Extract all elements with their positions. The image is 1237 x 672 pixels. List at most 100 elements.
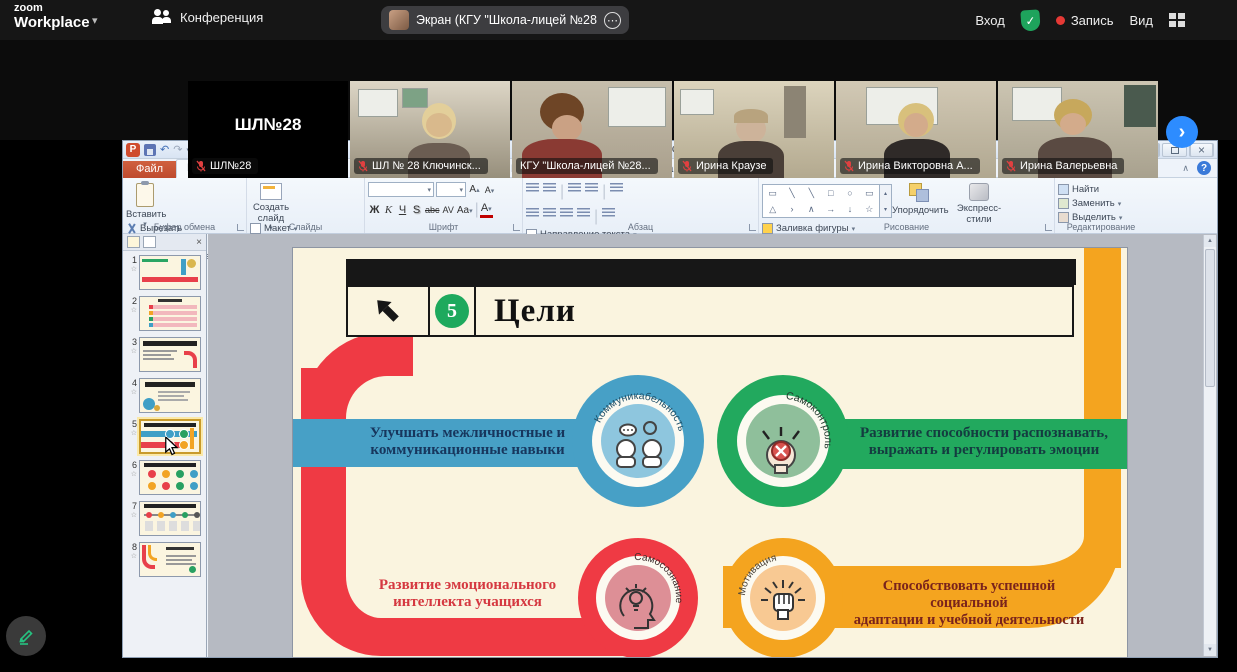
- align-right-button[interactable]: [560, 208, 573, 218]
- selfawareness-circle: Самосознание: [576, 536, 700, 657]
- font-dialog-launcher[interactable]: [513, 224, 520, 231]
- replace-button[interactable]: Заменить▾: [1058, 197, 1122, 210]
- slide-canvas[interactable]: Способствовать успешной социальной адапт…: [293, 248, 1127, 657]
- shape-cell[interactable]: ▭: [763, 185, 782, 201]
- shape-cell[interactable]: ╲: [802, 185, 821, 201]
- paste-button[interactable]: Вставить ▾: [126, 181, 164, 220]
- scroll-up-icon[interactable]: ▲: [1204, 235, 1216, 247]
- video-tile-viktorovna[interactable]: Ирина Викторовна А...: [836, 81, 996, 178]
- slide-row-3[interactable]: 3☆: [124, 337, 206, 372]
- slide-row-7[interactable]: 7☆: [124, 501, 206, 536]
- conference-button[interactable]: Конференция: [152, 9, 263, 25]
- clipboard-dialog-launcher[interactable]: [237, 224, 244, 231]
- font-color-button[interactable]: А▾: [480, 203, 493, 218]
- shape-cell[interactable]: □: [821, 185, 840, 201]
- font-size-combo[interactable]: ▾: [436, 182, 466, 197]
- slide-thumbnail[interactable]: [139, 542, 201, 577]
- slide-thumbnail[interactable]: [139, 378, 201, 413]
- justify-button[interactable]: [577, 208, 590, 218]
- underline-button[interactable]: Ч: [396, 204, 409, 216]
- shrink-font-button[interactable]: А▾: [483, 185, 496, 195]
- slide-thumbnail[interactable]: [139, 501, 201, 536]
- ribbon: Вставить ▾ Вырезать Копировать▾ Формат п…: [123, 178, 1217, 234]
- shape-cell[interactable]: ○: [840, 185, 859, 201]
- help-icon[interactable]: ?: [1197, 161, 1211, 175]
- video-tile-krauze[interactable]: Ирина Краузе: [674, 81, 834, 178]
- numbering-button[interactable]: [543, 183, 556, 193]
- bullets-button[interactable]: [526, 183, 539, 193]
- annotate-button[interactable]: [6, 616, 46, 656]
- character-spacing-button[interactable]: AV: [442, 205, 455, 215]
- video-tile-shl28[interactable]: ШЛ№28 ШЛ№28: [188, 81, 348, 178]
- more-options-icon[interactable]: ⋯: [604, 12, 621, 29]
- group-editing: Найти Заменить▾ Выделить▾ Редактирование: [1055, 178, 1147, 233]
- shape-cell[interactable]: ↓: [840, 201, 859, 217]
- new-slide-button[interactable]: Создать слайд ▾: [250, 181, 292, 220]
- video-tile-klyuchinsk[interactable]: ШЛ № 28 Ключинск...: [350, 81, 510, 178]
- slide-thumbnail[interactable]: [139, 296, 201, 331]
- find-button[interactable]: Найти: [1058, 183, 1122, 196]
- paragraph-dialog-launcher[interactable]: [749, 224, 756, 231]
- align-center-button[interactable]: [543, 208, 556, 218]
- security-shield-icon[interactable]: ✓: [1020, 9, 1040, 31]
- font-name-combo[interactable]: ▾: [368, 182, 434, 197]
- slide-row-8[interactable]: 8☆: [124, 542, 206, 577]
- line-spacing-button[interactable]: [610, 183, 623, 193]
- video-tile-active-speaker[interactable]: КГУ "Школа-лицей №28...: [512, 81, 672, 178]
- scrollbar-thumb[interactable]: [1205, 249, 1215, 387]
- close-button[interactable]: ×: [1189, 143, 1214, 157]
- shape-cell[interactable]: ☆: [860, 201, 879, 217]
- panel-close-icon[interactable]: ×: [196, 237, 202, 248]
- goal-line: Улучшать межличностные и: [365, 425, 570, 442]
- view-grid-icon[interactable]: [1169, 13, 1185, 27]
- tab-file[interactable]: Файл: [123, 161, 176, 178]
- paste-label: Вставить: [126, 209, 166, 220]
- slide-number: 8: [132, 542, 137, 552]
- align-left-button[interactable]: [526, 208, 539, 218]
- next-participants-button[interactable]: ›: [1166, 116, 1198, 148]
- goal-line: адаптации и учебной деятельности: [843, 612, 1095, 629]
- gallery-down-icon[interactable]: ▾: [884, 206, 887, 213]
- shape-cell[interactable]: ›: [782, 201, 801, 217]
- goal-line: коммуникационные навыки: [365, 442, 570, 459]
- shared-screen-tab[interactable]: Экран (КГУ "Школа-лицей №28 ⋯: [381, 6, 629, 34]
- shape-cell[interactable]: ╲: [782, 185, 801, 201]
- slide-row-1[interactable]: 1☆: [124, 255, 206, 290]
- grow-font-button[interactable]: А▴: [468, 184, 481, 195]
- decrease-indent-button[interactable]: [568, 183, 581, 193]
- strikethrough-button[interactable]: abc: [424, 205, 441, 215]
- slide-row-4[interactable]: 4☆: [124, 378, 206, 413]
- shapes-gallery[interactable]: ▭ ╲ ╲ □ ○ ▭ △ › ∧ → ↓ ☆: [762, 184, 880, 218]
- video-tile-valerievna[interactable]: Ирина Валерьевна: [998, 81, 1158, 178]
- columns-button[interactable]: [602, 208, 615, 218]
- view-button[interactable]: Вид: [1129, 13, 1153, 28]
- italic-button[interactable]: К: [382, 204, 395, 216]
- tab-slides-thumbnails[interactable]: [127, 236, 140, 248]
- text-shadow-button[interactable]: S: [410, 204, 423, 216]
- slide-row-2[interactable]: 2☆: [124, 296, 206, 331]
- bold-button[interactable]: Ж: [368, 204, 381, 216]
- shape-cell[interactable]: ▭: [860, 185, 879, 201]
- collapse-ribbon-icon[interactable]: ∧: [1182, 163, 1189, 174]
- change-case-button[interactable]: Aa▾: [456, 205, 474, 216]
- slide-row-6[interactable]: 6☆: [124, 460, 206, 495]
- slide-thumbnail[interactable]: [139, 460, 201, 495]
- quick-styles-button[interactable]: Экспресс-стили: [948, 181, 1010, 220]
- slide-thumbnail[interactable]: [139, 337, 201, 372]
- shape-cell[interactable]: △: [763, 201, 782, 217]
- shapes-gallery-scroll[interactable]: ▴ ▾: [880, 184, 892, 218]
- shape-cell[interactable]: ∧: [802, 201, 821, 217]
- logo-chevron-down-icon[interactable]: ▾: [92, 14, 98, 27]
- tab-outline[interactable]: [143, 236, 156, 248]
- drawing-dialog-launcher[interactable]: [1045, 224, 1052, 231]
- scroll-down-icon[interactable]: ▼: [1204, 644, 1216, 656]
- slide-thumbnail[interactable]: [139, 255, 201, 290]
- signin-button[interactable]: Вход: [975, 13, 1004, 28]
- increase-indent-button[interactable]: [585, 183, 598, 193]
- shape-cell[interactable]: →: [821, 201, 840, 217]
- paragraph-group-label: Абзац: [523, 222, 758, 232]
- slide-number: 6: [132, 460, 137, 470]
- arrange-button[interactable]: Упорядочить: [892, 181, 948, 220]
- gallery-up-icon[interactable]: ▴: [884, 190, 887, 197]
- vertical-scrollbar[interactable]: ▲ ▼: [1203, 235, 1216, 656]
